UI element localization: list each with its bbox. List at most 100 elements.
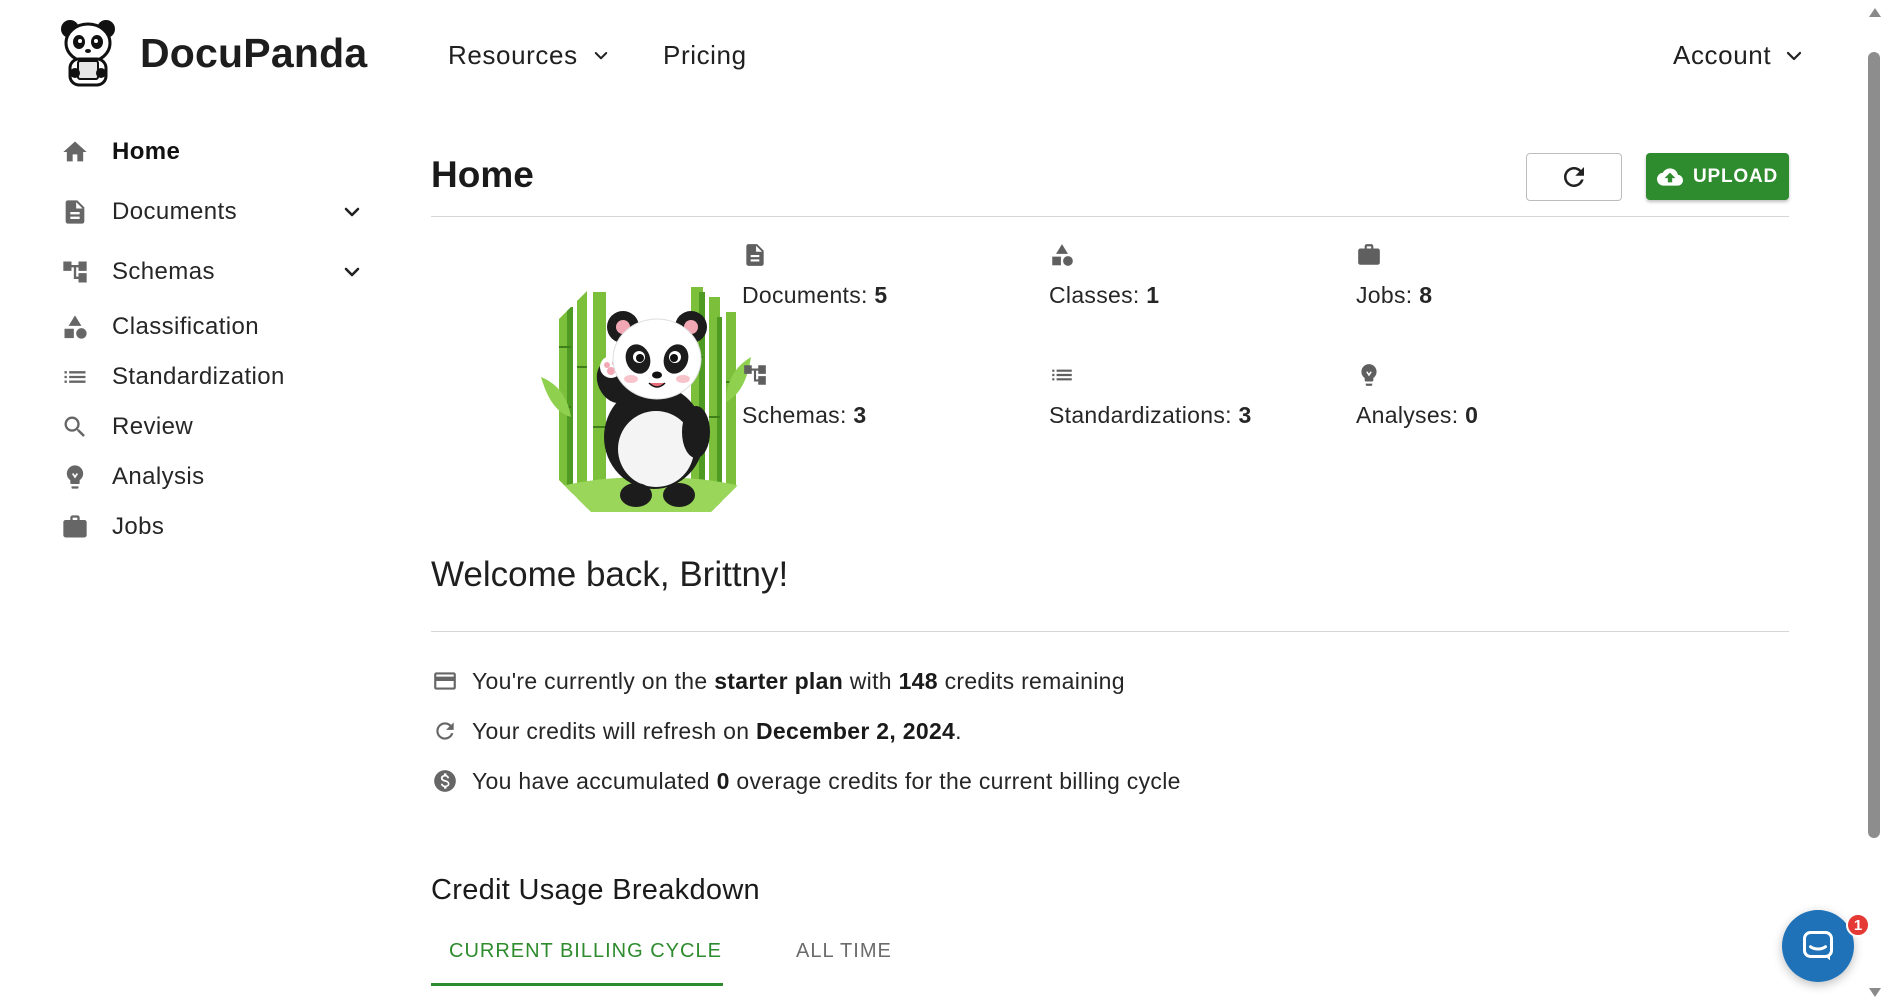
stat-value: 0 [1465, 402, 1479, 428]
shapes-icon [1049, 242, 1075, 270]
stat-value: 1 [1146, 282, 1160, 308]
top-bar: DocuPanda Resources Pricing Account [0, 0, 1865, 110]
chevron-down-icon [594, 51, 607, 59]
stat-analyses: Analyses: 0 [1356, 362, 1478, 428]
stat-documents: Documents: 5 [742, 242, 887, 308]
active-tab-indicator [431, 983, 723, 986]
refresh-suffix: . [955, 717, 962, 744]
dollar-circle-icon [431, 767, 459, 795]
overage-prefix: You have accumulated [472, 767, 710, 794]
sidebar-item-home[interactable]: Home [60, 130, 370, 174]
nav-pricing[interactable]: Pricing [663, 40, 747, 71]
scroll-up-arrow-icon[interactable] [1869, 8, 1881, 17]
overage-info: You have accumulated 0 overage credits f… [431, 764, 1181, 798]
stat-value: 8 [1419, 282, 1433, 308]
stat-label: Jobs: [1356, 282, 1413, 308]
sidebar-item-classification[interactable]: Classification [60, 305, 370, 349]
search-icon [60, 412, 90, 442]
tab-current-billing-cycle[interactable]: CURRENT BILLING CYCLE [449, 940, 722, 963]
welcome-divider [431, 631, 1789, 632]
nav-resources-label: Resources [448, 40, 578, 70]
stat-jobs: Jobs: 8 [1356, 242, 1432, 308]
header-divider [431, 216, 1789, 217]
sidebar-item-label: Documents [112, 198, 237, 225]
schema-icon [742, 362, 768, 390]
plan-middle: with [849, 667, 892, 694]
chat-icon [1803, 931, 1833, 961]
credit-card-icon [431, 667, 459, 695]
schema-icon [60, 257, 90, 287]
briefcase-icon [1356, 242, 1382, 270]
stat-classes: Classes: 1 [1049, 242, 1159, 308]
document-icon [742, 242, 768, 270]
stat-label: Analyses: [1356, 402, 1459, 428]
chevron-down-icon[interactable] [340, 260, 364, 284]
panda-logo-icon [61, 20, 115, 87]
sidebar-item-label: Home [112, 138, 181, 165]
sidebar-item-label: Classification [112, 313, 259, 340]
overage-credits: 0 [716, 767, 730, 794]
refresh-button[interactable] [1526, 153, 1622, 201]
welcome-message: Welcome back, Brittny! [431, 555, 789, 594]
nav-account-label: Account [1673, 40, 1772, 70]
docupanda-logo[interactable] [58, 17, 118, 87]
stat-value: 3 [853, 402, 867, 428]
sidebar-item-documents[interactable]: Documents [60, 190, 370, 234]
sidebar-item-standardization[interactable]: Standardization [60, 355, 370, 399]
sidebar-item-jobs[interactable]: Jobs [60, 505, 370, 549]
stat-label: Schemas: [742, 402, 847, 428]
page-title: Home [431, 154, 534, 195]
nav-account[interactable]: Account [1673, 40, 1803, 71]
list-icon [60, 362, 90, 392]
lightbulb-icon [60, 462, 90, 492]
briefcase-icon [60, 512, 90, 542]
app-root: DocuPanda Resources Pricing Account Home… [0, 0, 1885, 1004]
credit-usage-title: Credit Usage Breakdown [431, 874, 760, 906]
sidebar-item-schemas[interactable]: Schemas [60, 250, 370, 294]
scroll-down-arrow-icon[interactable] [1869, 988, 1881, 997]
cloud-upload-icon [1656, 167, 1683, 186]
stat-value: 5 [874, 282, 888, 308]
sidebar-item-analysis[interactable]: Analysis [60, 455, 370, 499]
panda-illustration [531, 287, 771, 512]
stat-label: Documents: [742, 282, 868, 308]
stat-standardizations: Standardizations: 3 [1049, 362, 1251, 428]
stat-label: Standardizations: [1049, 402, 1232, 428]
chat-launcher-button[interactable] [1782, 910, 1854, 982]
scrollbar-thumb[interactable] [1868, 52, 1880, 838]
nav-resources[interactable]: Resources [448, 40, 610, 71]
home-icon [60, 137, 90, 167]
document-icon [60, 197, 90, 227]
chevron-down-icon[interactable] [340, 200, 364, 224]
credits-remaining: 148 [898, 667, 938, 694]
upload-button[interactable]: UPLOAD [1646, 153, 1789, 200]
chevron-down-icon [1787, 51, 1802, 60]
chat-notification-badge: 1 [1846, 913, 1870, 937]
vertical-scrollbar[interactable] [1865, 0, 1885, 1004]
nav-pricing-label: Pricing [663, 40, 747, 70]
refresh-info: Your credits will refresh on December 2,… [431, 714, 962, 748]
sidebar-item-review[interactable]: Review [60, 405, 370, 449]
refresh-date: December 2, 2024 [755, 717, 956, 744]
refresh-icon [431, 717, 459, 745]
refresh-icon [1564, 167, 1584, 187]
sidebar-item-label: Jobs [112, 513, 165, 540]
stat-value: 3 [1238, 402, 1252, 428]
sidebar-item-label: Analysis [112, 463, 205, 490]
plan-prefix: You're currently on the [472, 667, 708, 694]
plan-info: You're currently on the starter plan wit… [431, 664, 1125, 698]
list-icon [1049, 362, 1075, 390]
sidebar-item-label: Review [112, 413, 194, 440]
overage-suffix: overage credits for the current billing … [736, 767, 1181, 794]
refresh-prefix: Your credits will refresh on [472, 717, 750, 744]
stat-label: Classes: [1049, 282, 1140, 308]
sidebar-item-label: Standardization [112, 363, 285, 390]
shapes-icon [60, 312, 90, 342]
brand-name[interactable]: DocuPanda [140, 30, 367, 77]
plan-suffix: credits remaining [944, 667, 1125, 694]
lightbulb-icon [1356, 362, 1382, 390]
tab-all-time[interactable]: ALL TIME [796, 940, 892, 963]
upload-label: UPLOAD [1692, 165, 1779, 187]
plan-name: starter plan [714, 667, 844, 694]
stat-schemas: Schemas: 3 [742, 362, 866, 428]
